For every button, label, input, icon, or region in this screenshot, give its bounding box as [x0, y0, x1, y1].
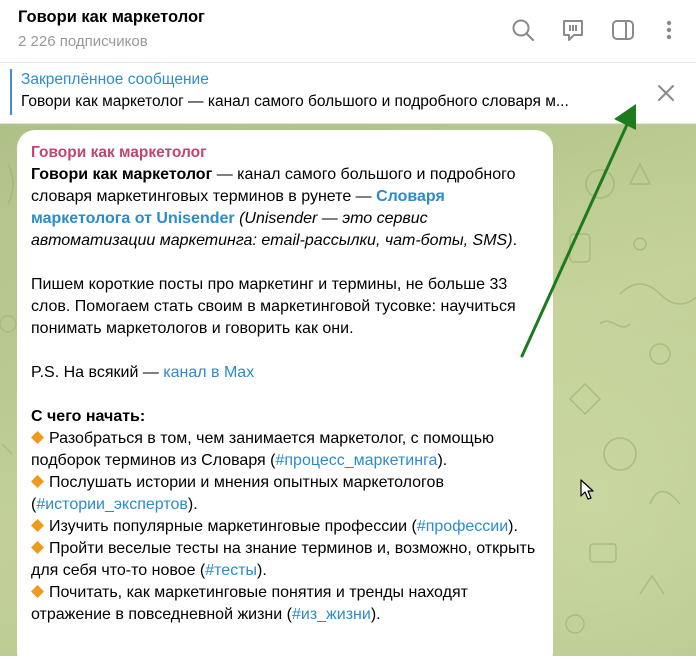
annotation-arrow	[520, 104, 636, 358]
